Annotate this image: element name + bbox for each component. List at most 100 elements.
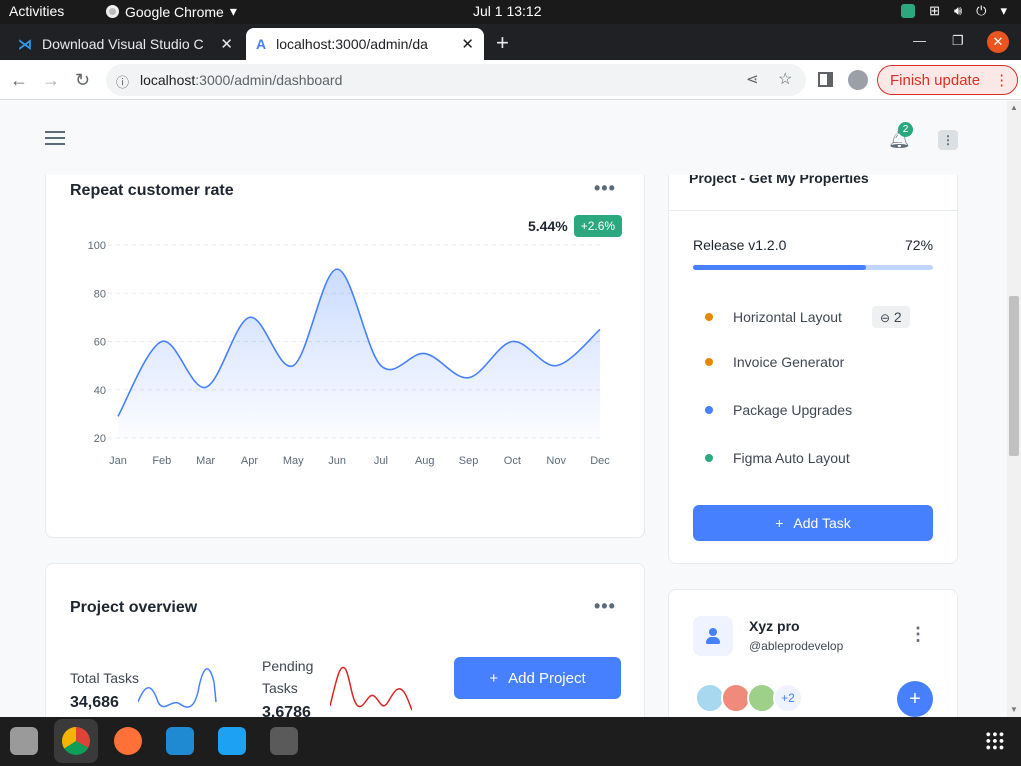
add-task-label: Add Task: [793, 515, 851, 531]
x-tick-label: Dec: [590, 455, 610, 467]
url-text[interactable]: localhost:3000/admin/dashboard: [140, 72, 342, 88]
show-apps-icon[interactable]: [985, 731, 1005, 751]
rate-change-badge: +2.6%: [573, 215, 623, 237]
user-avatar: [693, 616, 733, 656]
status-dot: [705, 406, 713, 414]
tab-vscode-download[interactable]: ⋊ Download Visual Studio C ✕: [8, 28, 243, 60]
kebab-menu-icon[interactable]: ⋮: [909, 624, 927, 645]
x-tick-label: Jan: [109, 455, 127, 467]
add-member-button[interactable]: +: [897, 681, 933, 717]
pending-tasks-sparkline: [330, 666, 412, 711]
app-menu[interactable]: Google Chrome ▾: [106, 3, 237, 20]
task-label: Horizontal Layout: [733, 309, 842, 325]
minimize-icon[interactable]: —: [913, 33, 926, 48]
clock[interactable]: Jul 1 13:12: [473, 3, 542, 19]
settings-menu-icon[interactable]: ⋮: [938, 130, 958, 150]
scroll-up-icon[interactable]: ▲: [1010, 103, 1018, 112]
more-avatars-badge[interactable]: +2: [773, 683, 803, 713]
more-options-icon[interactable]: •••: [594, 596, 616, 617]
share-icon[interactable]: ⋖: [746, 70, 759, 88]
skype-icon[interactable]: [218, 727, 246, 755]
forward-icon[interactable]: →: [42, 70, 60, 91]
link-count: 2: [893, 309, 902, 325]
tray-caret-icon[interactable]: ▾: [1000, 3, 1007, 19]
tab-strip: ⋊ Download Visual Studio C ✕ A localhost…: [0, 24, 1021, 60]
system-top-bar: Activities Google Chrome ▾ Jul 1 13:12 ⊞…: [0, 0, 1021, 24]
x-tick-label: May: [283, 455, 304, 467]
finish-update-label: Finish update: [890, 71, 981, 89]
network-icon[interactable]: ⊞: [929, 3, 940, 19]
profile-avatar[interactable]: [848, 70, 868, 90]
rate-value: 5.44%: [528, 218, 568, 234]
close-icon[interactable]: ✕: [220, 35, 233, 53]
hamburger-menu-icon[interactable]: [45, 131, 65, 145]
close-icon[interactable]: ✕: [461, 35, 474, 53]
address-bar[interactable]: ⓘ localhost:3000/admin/dashboard ⋖ ☆: [106, 64, 806, 96]
y-axis: 100 80 60 40 20: [88, 240, 106, 445]
task-item[interactable]: Invoice Generator: [705, 354, 844, 370]
volume-icon[interactable]: 🔊︎: [954, 3, 962, 19]
firefox-icon[interactable]: [114, 727, 142, 755]
system-tray[interactable]: ⊞ 🔊︎ ⏻ ▾: [901, 3, 1007, 19]
app-header: 🔔︎ 2 ⋮: [0, 101, 1007, 175]
release-label: Release v1.2.0: [693, 237, 787, 253]
reload-icon[interactable]: ↻: [75, 70, 90, 91]
maximize-icon[interactable]: ❐: [952, 33, 964, 49]
status-dot: [705, 454, 713, 462]
x-tick-label: Oct: [504, 455, 521, 467]
repeat-customer-card: Repeat customer rate ••• 5.44% +2.6% 100…: [45, 159, 645, 538]
files-icon[interactable]: [10, 727, 38, 755]
usb-drive-icon[interactable]: [270, 727, 298, 755]
tab-title: localhost:3000/admin/da: [276, 36, 428, 52]
activities-button[interactable]: Activities: [9, 3, 64, 19]
taskbar: [0, 717, 1021, 766]
task-label: Package Upgrades: [733, 402, 853, 418]
x-tick-label: Aug: [415, 455, 435, 467]
x-tick-label: Apr: [241, 455, 258, 467]
more-options-icon[interactable]: •••: [594, 178, 616, 199]
area-fill: [118, 269, 600, 438]
scroll-down-icon[interactable]: ▼: [1010, 705, 1018, 714]
y-tick-label: 80: [94, 288, 106, 300]
tab-dashboard[interactable]: A localhost:3000/admin/da ✕: [246, 28, 484, 60]
window-close-button[interactable]: ✕: [987, 31, 1009, 53]
url-host: localhost: [140, 72, 196, 88]
kebab-menu-icon[interactable]: ⋮: [994, 71, 1009, 89]
x-tick-label: Feb: [152, 455, 171, 467]
dashboard-page: Repeat customer rate ••• 5.44% +2.6% 100…: [0, 101, 1007, 717]
y-tick-label: 40: [94, 385, 106, 397]
card-title: Project overview: [70, 599, 198, 616]
status-dot: [705, 358, 713, 366]
app-menu-label: Google Chrome: [125, 3, 224, 20]
vscode-dock-icon[interactable]: [166, 727, 194, 755]
side-panel-icon[interactable]: [818, 72, 833, 87]
user-icon: [706, 628, 720, 644]
new-tab-button[interactable]: +: [496, 30, 509, 56]
pending-tasks-label-line2: Tasks: [262, 680, 298, 696]
x-tick-label: Jul: [374, 455, 388, 467]
bookmark-star-icon[interactable]: ☆: [778, 69, 792, 89]
x-tick-label: Sep: [459, 455, 479, 467]
status-dot: [705, 313, 713, 321]
power-icon[interactable]: ⏻: [976, 3, 986, 19]
able-pro-icon: A: [256, 36, 267, 52]
vscode-icon: ⋊: [18, 35, 32, 52]
notification-count-badge: 2: [898, 122, 913, 137]
finish-update-button[interactable]: Finish update ⋮: [877, 65, 1019, 95]
update-icon[interactable]: [901, 4, 916, 18]
release-percent: 72%: [905, 237, 934, 253]
tab-title: Download Visual Studio C: [42, 36, 204, 52]
task-item[interactable]: Package Upgrades: [705, 402, 852, 418]
rate-summary: 5.44% +2.6%: [528, 215, 623, 237]
task-item[interactable]: Figma Auto Layout: [705, 450, 850, 466]
task-item[interactable]: Horizontal Layout ⊖ 2: [705, 306, 910, 328]
chrome-icon: [106, 5, 119, 18]
y-tick-label: 100: [88, 240, 106, 252]
add-project-button[interactable]: + Add Project: [454, 657, 621, 699]
back-icon[interactable]: ←: [10, 70, 28, 91]
add-task-button[interactable]: + Add Task: [693, 505, 933, 541]
scrollbar-thumb[interactable]: [1009, 296, 1019, 456]
site-info-icon[interactable]: ⓘ: [116, 72, 129, 91]
chrome-dock-icon[interactable]: [62, 727, 90, 755]
project-properties-card: Project - Get My Properties Release v1.2…: [668, 141, 958, 564]
